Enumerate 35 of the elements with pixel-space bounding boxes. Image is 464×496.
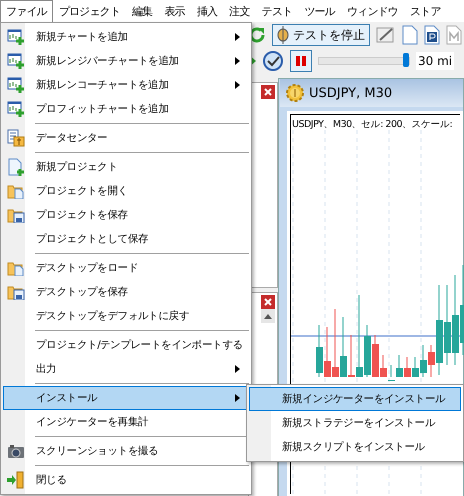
menu-bar-item[interactable]: 編集 (126, 0, 158, 22)
menu-bar-item[interactable]: テスト (256, 0, 298, 22)
menu-item[interactable]: 新規チャートを追加 (3, 25, 249, 49)
menu-bar-item[interactable]: 挿入 (190, 0, 224, 22)
chart-header: USDJPY、M30、セル: 200、スケール: (291, 118, 454, 132)
menu-item[interactable]: デスクトップを保存 (3, 280, 249, 304)
menu-item[interactable]: インストール (3, 386, 249, 410)
menu-item[interactable]: プロジェクトとして保存 (3, 227, 249, 251)
speed-label: 30 mi (416, 52, 454, 70)
menu-item[interactable]: デスクトップをロード (3, 256, 249, 280)
chart-window-title: USDJPY, M30 (309, 86, 392, 100)
menu-item[interactable]: デスクトップをデフォルトに戻す (3, 304, 249, 328)
menu-bar-item[interactable]: 注文 (223, 0, 256, 22)
menu-item[interactable]: 新規レンコーチャートを追加 (3, 73, 249, 97)
menu-bar-item[interactable]: ウィンドウ (340, 0, 404, 22)
menu-item[interactable]: データセンター (3, 126, 249, 150)
menu-bar-item[interactable]: 表示 (158, 0, 191, 22)
menu-item[interactable]: プロジェクト/テンプレートをインポートする (3, 333, 249, 357)
menu-item[interactable]: プロジェクトを保存 (3, 203, 249, 227)
menu-bar-item[interactable]: ファイル (0, 0, 53, 22)
menu-bar-item[interactable]: プロジェクト (52, 0, 126, 22)
menu-bar-item[interactable]: ツール (298, 0, 341, 22)
menu-item[interactable]: プロフィットチャートを追加 (3, 97, 249, 121)
menu-item[interactable]: スクリーンショットを撮る (3, 439, 249, 463)
menu-item[interactable]: 新規レンジバーチャートを追加 (3, 49, 249, 73)
menu-item[interactable]: 新規インジケーターをインストール (249, 387, 461, 411)
stop-test-button[interactable]: テストを停止 (272, 24, 370, 46)
menu-item[interactable]: 出力 (3, 357, 249, 381)
menu-item[interactable]: プロジェクトを開く (3, 179, 249, 203)
menu-item[interactable]: 閉じる (3, 468, 249, 492)
menu-item[interactable]: インジケーターを再集計 (3, 410, 249, 434)
menu-item[interactable]: 新規スクリプトをインストール (249, 435, 461, 459)
menu-bar-item[interactable]: ストア (404, 0, 446, 22)
menu-item[interactable]: 新規プロジェクト (3, 155, 249, 179)
menu-item[interactable]: 新規ストラテジーをインストール (249, 411, 461, 435)
